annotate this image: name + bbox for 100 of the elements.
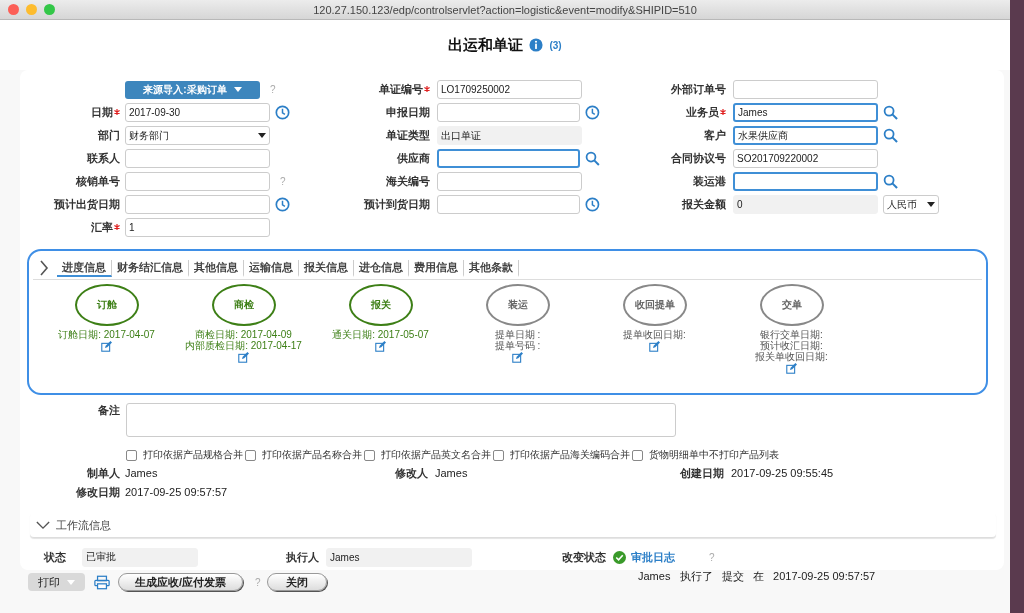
clock-icon[interactable] [585,197,600,212]
input-field[interactable]: James [733,103,878,122]
field-label: 客户 [704,128,726,143]
input-field[interactable] [437,149,581,168]
search-icon[interactable] [883,128,898,143]
step-detail: 内部质检日期: 2017-04-17 [185,340,302,351]
field-label: 创建日期 [680,465,724,481]
field-label: 报关金额 [682,197,726,212]
input-field[interactable]: 2017-09-30 [125,103,270,122]
clock-icon[interactable] [275,197,290,212]
input-field[interactable]: SO201709220002 [733,149,878,168]
field-label: 制单人 [87,465,120,481]
progress-step[interactable]: 订舱 [74,284,139,326]
checkbox-label: 打印依据产品英文名合并 [381,448,491,462]
printer-icon[interactable] [94,574,110,590]
step-detail: 银行交单日期: [760,329,823,340]
clock-icon[interactable] [275,105,290,120]
field-label: 申报日期 [386,105,430,120]
input-field[interactable] [437,103,581,122]
import-dropdown-button[interactable]: 来源导入:采购订单 [125,80,260,99]
checkbox-label: 打印依据产品海关编码合并 [510,448,630,462]
edit-icon[interactable] [649,341,660,352]
input-field[interactable] [733,80,878,99]
checkbox[interactable] [632,449,643,461]
progress-step[interactable]: 报关 [348,284,413,326]
tab[interactable]: 进度信息 [57,259,112,277]
count-text: (3) [549,39,562,51]
input-field[interactable] [437,172,582,191]
input-field[interactable]: LO1709250002 [437,80,582,99]
chevron-right-icon[interactable] [39,260,49,276]
edit-icon[interactable] [375,341,386,352]
checkbox[interactable] [245,449,256,461]
field-label: 联系人 [87,151,120,166]
field-label: 装运港 [693,174,726,189]
field-value: 2017-09-25 09:55:45 [731,467,834,479]
checkbox-label: 打印依据产品名称合并 [262,448,362,462]
tab[interactable]: 财务结汇信息 [112,259,189,277]
approval-log-link[interactable]: 审批日志 [631,549,675,565]
progress-step[interactable]: 交单 [759,284,824,326]
field-label: 修改日期 [76,484,120,500]
field-label: 供应商 [397,151,430,166]
edit-icon[interactable] [101,341,112,352]
readonly-field: 0 [733,195,878,214]
search-icon[interactable] [883,105,898,120]
close-button[interactable]: 关闭 [266,573,327,591]
progress-step[interactable]: 收回提单 [622,284,687,326]
step-detail: 提单收回日期: [623,329,686,340]
field-label: 单证编号 [379,82,423,97]
step-detail: 通关日期: 2017-05-07 [332,329,429,340]
input-field[interactable] [125,172,270,191]
checkbox[interactable] [364,449,375,461]
caret-icon [67,579,75,585]
checkbox-label: 打印依据产品规格合并 [143,448,243,462]
input-field[interactable] [125,149,270,168]
workflow-header[interactable]: 工作流信息 [30,513,996,538]
field-label: 部门 [98,128,120,143]
url-text: 120.27.150.123/edp/controlservlet?action=logistic&event=modify&SHIPID=510 [313,3,697,16]
input-field[interactable] [437,195,581,214]
tab[interactable]: 进仓信息 [354,259,409,277]
progress-step[interactable]: 商检 [211,284,276,326]
edit-icon[interactable] [512,352,523,363]
input-field[interactable]: 1 [125,218,270,237]
search-icon[interactable] [883,174,898,189]
edit-icon[interactable] [238,352,249,363]
checkbox[interactable] [493,449,504,461]
field-label: 预计出货日期 [54,197,120,212]
input-field[interactable] [733,172,878,191]
field-label: 改变状态 [562,549,606,565]
input-field[interactable]: 水果供应商 [733,126,878,145]
progress-step[interactable]: 装运 [485,284,550,326]
tab[interactable]: 其他信息 [189,259,244,277]
remarks-field[interactable] [126,403,676,437]
tab[interactable]: 报关信息 [299,259,354,277]
print-dropdown-button[interactable]: 打印 [28,573,85,591]
close-window-button[interactable] [8,4,19,15]
caret-icon [927,202,935,207]
tab[interactable]: 费用信息 [409,259,464,277]
input-field[interactable] [125,195,270,214]
check-circle-icon [613,550,626,564]
step-detail: 提单号码 : [494,340,541,351]
tab[interactable]: 其他条款 [464,259,519,277]
select-field[interactable]: 财务部门 [125,126,270,145]
field-label: 外部订单号 [671,82,726,97]
generate-invoice-button[interactable]: 生成应收/应付发票 [118,573,244,591]
field-label: 预计到货日期 [364,197,430,212]
readonly-field: James [326,547,472,567]
checkbox[interactable] [126,449,137,461]
field-label: 业务员 [686,105,719,120]
edit-icon[interactable] [786,363,797,374]
caret-icon [258,133,266,138]
step-detail: 商检日期: 2017-04-09 [195,329,292,340]
clock-icon[interactable] [585,105,600,120]
zoom-window-button[interactable] [44,4,55,15]
field-label: 单证类型 [386,128,430,143]
info-icon[interactable] [529,38,544,52]
field-label: 备注 [98,403,120,418]
currency-select[interactable]: 人民币 [883,195,939,214]
step-detail: 预计收汇日期: [760,340,823,351]
search-icon[interactable] [585,151,600,166]
tab[interactable]: 运输信息 [244,259,299,277]
